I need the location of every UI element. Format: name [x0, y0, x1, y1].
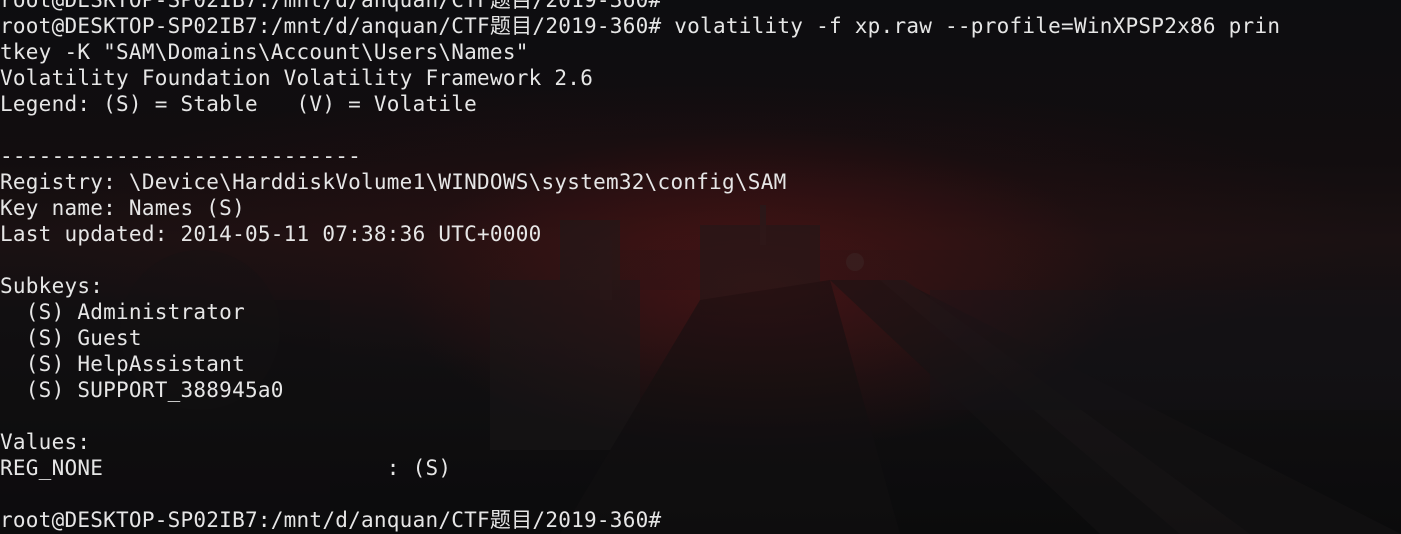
terminal-line: Volatility Foundation Volatility Framewo…	[0, 66, 594, 90]
terminal-line: root@DESKTOP-SP02IB7:/mnt/d/anquan/CTF题目…	[0, 0, 662, 12]
terminal-output[interactable]: root@DESKTOP-SP02IB7:/mnt/d/anquan/CTF题目…	[0, 0, 1280, 533]
terminal-line: Key name: Names (S)	[0, 196, 245, 220]
terminal-line: Registry: \Device\HarddiskVolume1\WINDOW…	[0, 170, 787, 194]
terminal-line: (S) SUPPORT_388945a0	[0, 378, 284, 402]
terminal-line: Last updated: 2014-05-11 07:38:36 UTC+00…	[0, 222, 542, 246]
terminal-line: Legend: (S) = Stable (V) = Volatile	[0, 92, 478, 116]
terminal-window[interactable]: root@DESKTOP-SP02IB7:/mnt/d/anquan/CTF题目…	[0, 0, 1401, 534]
terminal-line: (S) Guest	[0, 326, 142, 350]
terminal-line: Subkeys:	[0, 274, 104, 298]
terminal-prompt-line[interactable]: root@DESKTOP-SP02IB7:/mnt/d/anquan/CTF题目…	[0, 507, 1280, 533]
terminal-line: root@DESKTOP-SP02IB7:/mnt/d/anquan/CTF题目…	[0, 14, 1281, 38]
terminal-line: ----------------------------	[0, 144, 362, 168]
terminal-line: (S) HelpAssistant	[0, 352, 245, 376]
terminal-line: tkey -K "SAM\Domains\Account\Users\Names…	[0, 40, 529, 64]
terminal-line: (S) Administrator	[0, 300, 245, 324]
terminal-line: REG_NONE : (S)	[0, 456, 452, 480]
terminal-line: Values:	[0, 430, 91, 454]
